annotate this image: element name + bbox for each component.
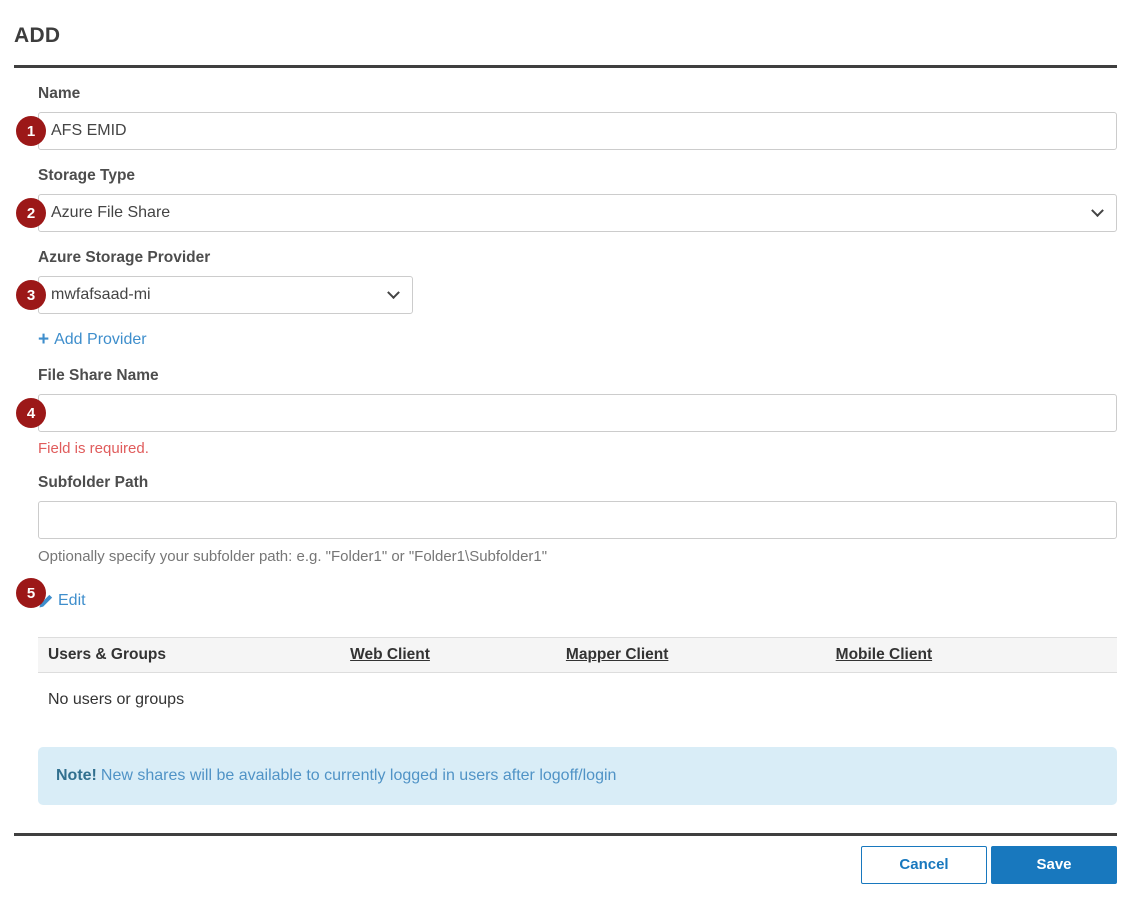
storage-type-field-group: Storage Type 2 Azure File Share <box>38 167 1117 232</box>
storage-type-select[interactable]: Azure File Share <box>38 194 1117 232</box>
cancel-button[interactable]: Cancel <box>861 846 987 884</box>
azure-storage-provider-label: Azure Storage Provider <box>38 249 1117 267</box>
note-text: New shares will be available to currentl… <box>101 767 617 784</box>
file-share-name-error: Field is required. <box>38 440 1117 457</box>
action-bar: Cancel Save <box>14 846 1117 884</box>
step-badge-1: 1 <box>16 116 46 146</box>
azure-storage-provider-selected-value: mwfafsaad-mi <box>51 286 151 304</box>
add-provider-row: + Add Provider <box>38 330 1117 350</box>
page-title: ADD <box>14 24 1117 48</box>
storage-type-selected-value: Azure File Share <box>51 204 170 222</box>
edit-permissions-row: 5 Edit <box>38 592 1117 614</box>
name-label: Name <box>38 85 1117 103</box>
plus-icon: + <box>38 330 49 349</box>
add-share-page: ADD Name 1 Storage Type 2 Azure File Sha… <box>0 0 1147 884</box>
save-button[interactable]: Save <box>991 846 1117 884</box>
actions-divider <box>14 833 1117 836</box>
subfolder-path-input[interactable] <box>38 501 1117 539</box>
note-title: Note! <box>56 767 97 784</box>
storage-type-label: Storage Type <box>38 167 1117 185</box>
column-header-users-groups: Users & Groups <box>38 637 340 672</box>
note-alert: Note!New shares will be available to cur… <box>38 747 1117 805</box>
table-header-row: Users & Groups Web Client Mapper Client … <box>38 637 1117 672</box>
users-groups-table: Users & Groups Web Client Mapper Client … <box>38 637 1117 717</box>
azure-storage-provider-select[interactable]: mwfafsaad-mi <box>38 276 413 314</box>
file-share-name-input[interactable] <box>38 394 1117 432</box>
chevron-down-icon <box>387 286 400 299</box>
subfolder-path-field-group: Subfolder Path Optionally specify your s… <box>38 474 1117 565</box>
chevron-down-icon <box>1091 204 1104 217</box>
column-header-mobile-client[interactable]: Mobile Client <box>826 637 1117 672</box>
add-share-form: Name 1 Storage Type 2 Azure File Share A… <box>38 85 1117 805</box>
column-header-mapper-client[interactable]: Mapper Client <box>556 637 826 672</box>
step-badge-5: 5 <box>16 578 46 608</box>
file-share-name-field-group: File Share Name 4 Field is required. <box>38 367 1117 457</box>
empty-table-message: No users or groups <box>38 672 1117 717</box>
add-provider-link[interactable]: + Add Provider <box>38 330 147 349</box>
step-badge-2: 2 <box>16 198 46 228</box>
column-header-web-client[interactable]: Web Client <box>340 637 556 672</box>
azure-storage-provider-field-group: Azure Storage Provider 3 mwfafsaad-mi <box>38 249 1117 314</box>
edit-label: Edit <box>58 592 86 610</box>
file-share-name-label: File Share Name <box>38 367 1117 385</box>
name-field-group: Name 1 <box>38 85 1117 150</box>
subfolder-path-label: Subfolder Path <box>38 474 1117 492</box>
step-badge-3: 3 <box>16 280 46 310</box>
empty-table-row: No users or groups <box>38 672 1117 717</box>
subfolder-path-help: Optionally specify your subfolder path: … <box>38 548 1117 565</box>
name-input[interactable] <box>38 112 1117 150</box>
step-badge-4: 4 <box>16 398 46 428</box>
title-divider <box>14 65 1117 68</box>
add-provider-label: Add Provider <box>54 331 147 349</box>
